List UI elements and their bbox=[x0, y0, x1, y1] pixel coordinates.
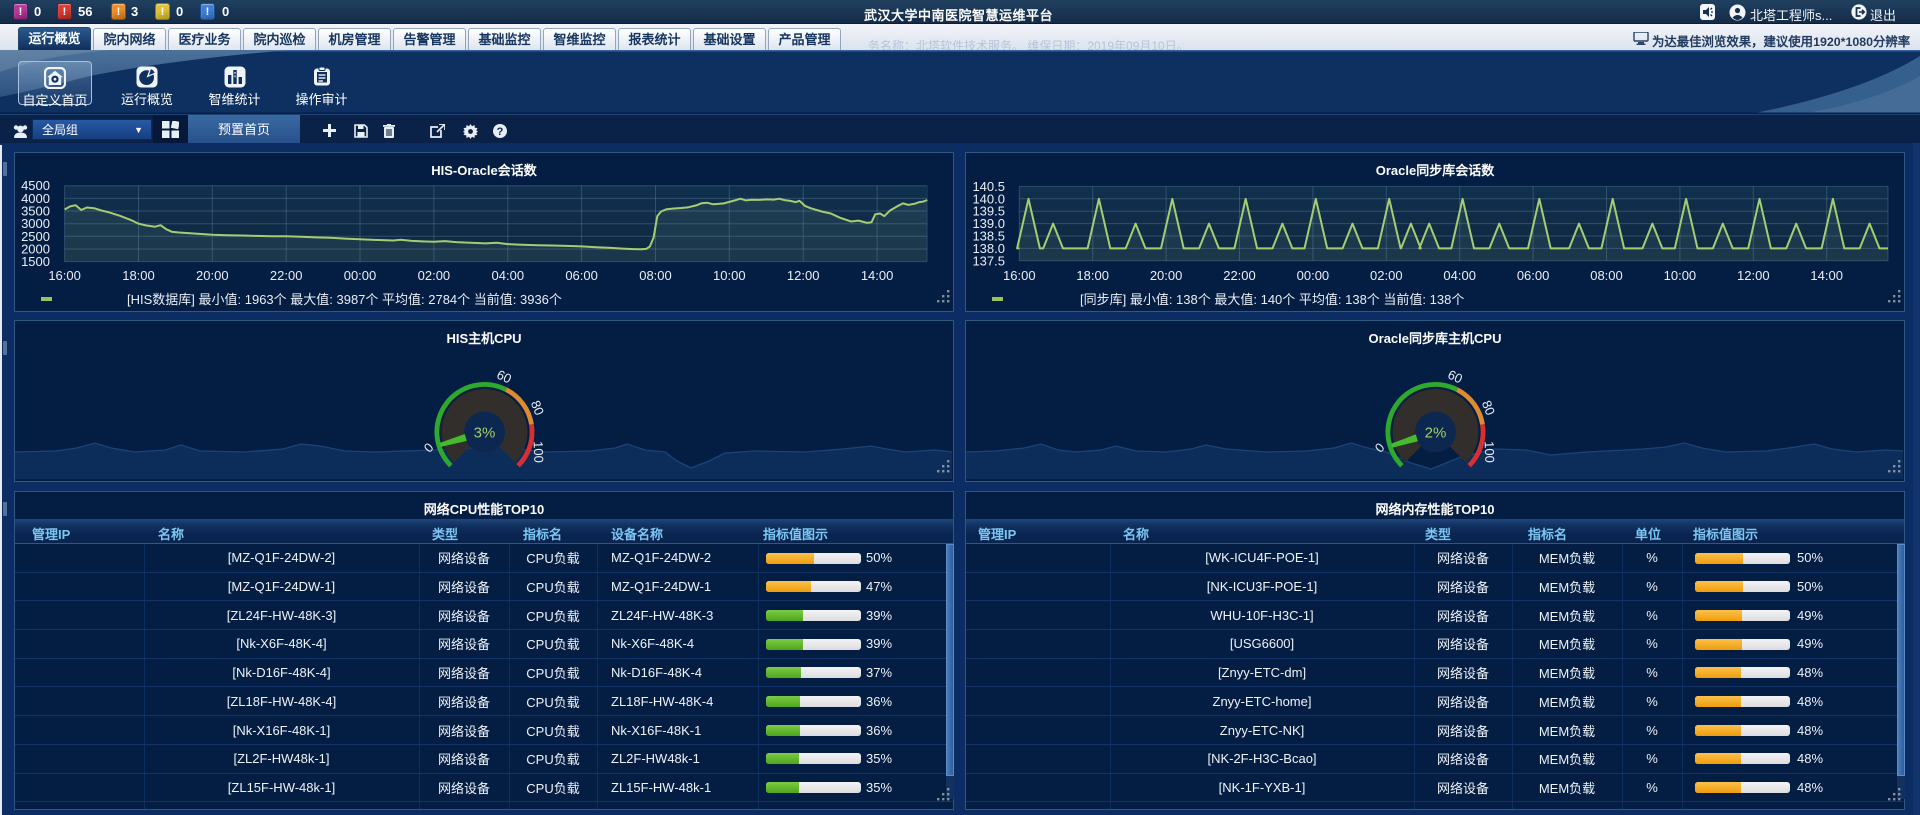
svg-text:18:00: 18:00 bbox=[122, 268, 155, 283]
svg-text:?: ? bbox=[497, 126, 504, 138]
svg-text:14:00: 14:00 bbox=[1810, 268, 1843, 283]
svg-text:08:00: 08:00 bbox=[639, 268, 672, 283]
svg-text:00:00: 00:00 bbox=[1297, 268, 1330, 283]
svg-text:3%: 3% bbox=[474, 425, 496, 442]
svg-text:10:00: 10:00 bbox=[713, 268, 746, 283]
svg-text:60: 60 bbox=[494, 367, 513, 387]
svg-text:2%: 2% bbox=[1425, 425, 1447, 442]
svg-text:16:00: 16:00 bbox=[48, 268, 81, 283]
svg-text:02:00: 02:00 bbox=[1370, 268, 1403, 283]
svg-text:18:00: 18:00 bbox=[1076, 268, 1109, 283]
svg-text:16:00: 16:00 bbox=[1003, 268, 1036, 283]
svg-text:[同步库] 最小值: 138个 最大值: 140个 平均值:: [同步库] 最小值: 138个 最大值: 140个 平均值: 138个 当前值:… bbox=[1080, 292, 1464, 307]
svg-text:02:00: 02:00 bbox=[418, 268, 451, 283]
svg-text:12:00: 12:00 bbox=[1737, 268, 1770, 283]
svg-text:14:00: 14:00 bbox=[861, 268, 894, 283]
svg-text:06:00: 06:00 bbox=[1517, 268, 1550, 283]
svg-text:100: 100 bbox=[1482, 441, 1498, 463]
svg-text:08:00: 08:00 bbox=[1590, 268, 1623, 283]
svg-text:04:00: 04:00 bbox=[492, 268, 525, 283]
svg-text:10:00: 10:00 bbox=[1664, 268, 1697, 283]
svg-text:60: 60 bbox=[1445, 367, 1464, 387]
svg-text:1500: 1500 bbox=[21, 254, 50, 269]
svg-text:[HIS数据库] 最小值: 1963个 最大值: 3987个: [HIS数据库] 最小值: 1963个 最大值: 3987个 平均值: 2784… bbox=[127, 292, 562, 307]
svg-text:00:00: 00:00 bbox=[344, 268, 377, 283]
svg-text:06:00: 06:00 bbox=[565, 268, 598, 283]
svg-text:20:00: 20:00 bbox=[196, 268, 229, 283]
svg-text:20:00: 20:00 bbox=[1150, 268, 1183, 283]
svg-text:22:00: 22:00 bbox=[1223, 268, 1256, 283]
svg-text:137.5: 137.5 bbox=[972, 253, 1005, 268]
svg-text:04:00: 04:00 bbox=[1443, 268, 1476, 283]
svg-text:12:00: 12:00 bbox=[787, 268, 820, 283]
svg-text:100: 100 bbox=[531, 441, 547, 463]
svg-text:22:00: 22:00 bbox=[270, 268, 303, 283]
